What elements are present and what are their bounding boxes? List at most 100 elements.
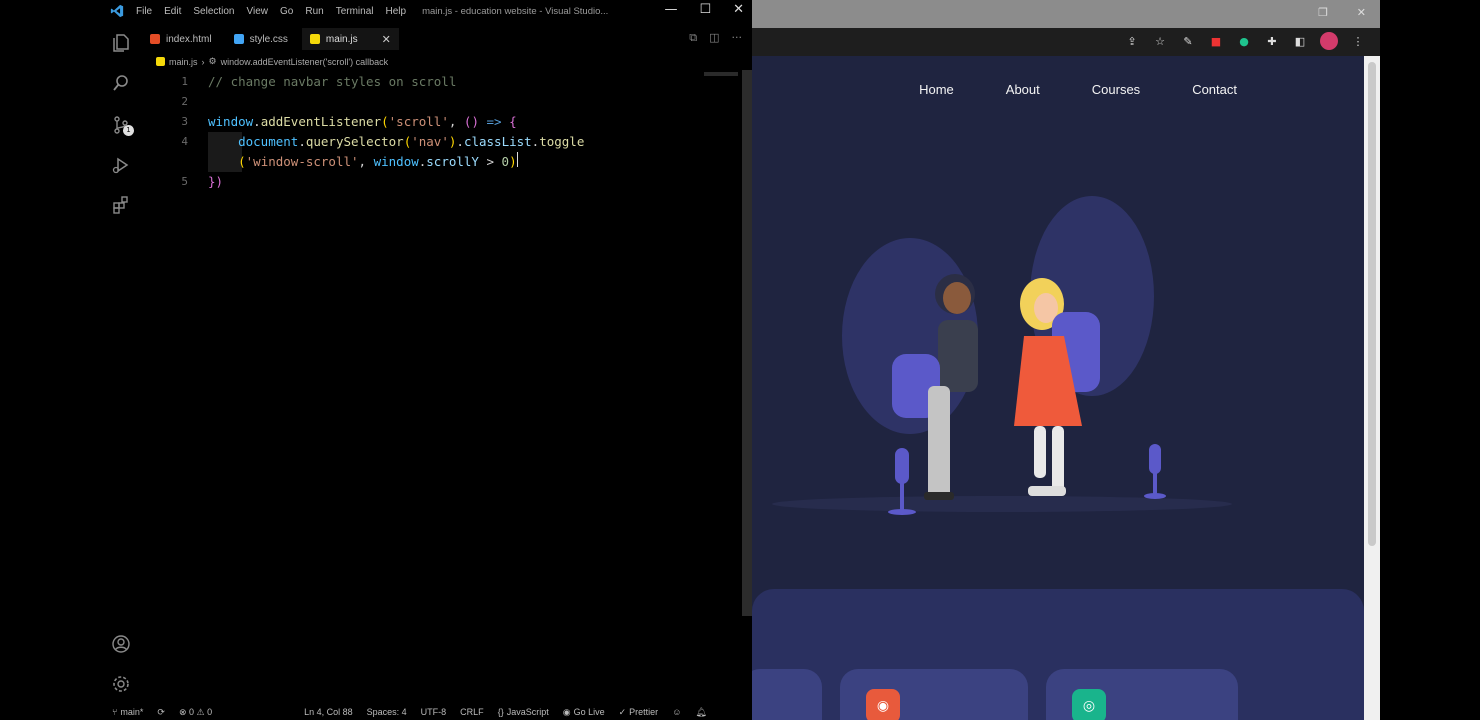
code-token: window [208,114,254,129]
branch-label: main* [120,707,144,717]
check-icon: ✓ [618,706,627,717]
course-card[interactable] [752,669,822,720]
pen-extension-icon[interactable]: ✎ [1180,33,1196,49]
nav-contact[interactable]: Contact [1192,82,1237,97]
bookmark-star-icon[interactable]: ☆ [1152,33,1168,49]
run-debug-icon[interactable] [110,154,132,176]
maximize-icon[interactable]: ☐ [699,2,711,17]
code-token: . [456,134,464,149]
browser-close-icon[interactable]: ✕ [1357,6,1366,19]
code-token: . [418,154,427,169]
compare-icon[interactable]: ⧉ [689,31,697,45]
code-line: 3 window. addEventListener('scroll', () =… [160,112,700,132]
tab-index-html[interactable]: index.html [142,28,226,50]
code-token: window [373,154,419,169]
hero-illustration [772,196,1232,515]
window-controls: — ☐ ✕ [664,2,744,17]
code-token: , [448,114,464,129]
nav-courses[interactable]: Courses [1092,82,1140,97]
code-token: { [509,114,517,129]
indentation[interactable]: Spaces: 4 [367,707,407,717]
source-control-badge: 1 [123,125,134,136]
editor-scrollbar[interactable] [742,70,752,616]
source-control-icon[interactable]: 1 [110,114,134,136]
red-extension-icon[interactable]: ■ [1208,33,1224,49]
code-line: 4 document. querySelector('nav'). classLis… [160,132,700,152]
language-mode[interactable]: {} JavaScript [498,707,549,717]
js-file-icon [156,57,165,66]
menu-run[interactable]: Run [305,6,323,17]
language-label: JavaScript [506,707,549,717]
line-number: 4 [181,135,188,148]
settings-gear-icon[interactable] [110,673,132,695]
account-icon[interactable] [110,633,132,655]
code-line: 2 [160,92,700,112]
course-card-green-icon: ◎ [1072,689,1106,720]
go-live[interactable]: ◉ Go Live [563,707,605,718]
breadcrumb-separator-icon: › [201,56,205,67]
menu-terminal[interactable]: Terminal [336,6,374,17]
green-extension-icon[interactable]: ● [1236,33,1252,49]
course-card[interactable]: ◎ [1046,669,1238,720]
code-token: ( [238,154,246,169]
browser-menu-icon[interactable]: ⋮ [1350,33,1366,49]
vscode-window: File Edit Selection View Go Run Terminal… [102,0,752,720]
explorer-icon[interactable] [110,32,132,54]
code-token: => [478,114,510,129]
code-token: . [253,114,261,129]
close-window-icon[interactable]: ✕ [733,2,744,17]
sync-icon[interactable]: ⟳ [157,707,165,718]
tab-main-js[interactable]: main.js ✕ [301,28,399,50]
close-tab-icon[interactable]: ✕ [382,33,391,46]
cursor-position[interactable]: Ln 4, Col 88 [304,707,353,717]
breadcrumb-file[interactable]: main.js [169,57,198,67]
git-branch[interactable]: ⑂ main* [112,707,143,717]
line-number: 2 [181,95,188,108]
problems-count[interactable]: ⊗ 0 ⚠ 0 [179,707,212,718]
line-number: 5 [181,175,188,188]
breadcrumb-symbol[interactable]: window.addEventListener('scroll') callba… [221,57,389,67]
encoding[interactable]: UTF-8 [421,707,447,717]
puzzle-extensions-icon[interactable]: ✚ [1264,33,1280,49]
ground-shadow [772,496,1232,512]
minimize-icon[interactable]: — [664,2,677,17]
html-file-icon [150,34,160,44]
end-of-line[interactable]: CRLF [460,707,484,717]
line-number [160,152,188,172]
menu-go[interactable]: Go [280,6,293,17]
nav-about[interactable]: About [1006,82,1040,97]
code-token: , [358,154,374,169]
code-token: }) [208,174,224,189]
nav-home[interactable]: Home [919,82,954,97]
editor-actions: ⧉ ◫ ··· [689,31,742,45]
browser-restore-icon[interactable]: ❐ [1318,6,1328,19]
code-token: ( [403,134,412,149]
code-token: 'scroll' [388,114,449,129]
code-editor[interactable]: 1 // change navbar styles on scroll 2 3 … [160,72,700,192]
menu-view[interactable]: View [247,6,269,17]
page-scrollbar[interactable] [1364,56,1380,720]
menu-selection[interactable]: Selection [193,6,234,17]
side-panel-icon[interactable]: ◧ [1292,33,1308,49]
search-icon[interactable] [110,72,132,94]
notifications-icon[interactable]: 🔔︎ [695,707,706,718]
minimap[interactable] [704,72,738,76]
menu-file[interactable]: File [136,6,152,17]
page-scrollbar-thumb[interactable] [1368,62,1376,546]
branch-icon: ⑂ [112,707,118,717]
profile-avatar[interactable] [1320,32,1338,50]
css-file-icon [233,34,244,44]
split-editor-icon[interactable]: ◫ [709,31,719,45]
course-card[interactable]: ◉ [840,669,1028,720]
extensions-icon[interactable] [110,194,132,216]
feedback-icon[interactable]: ☺ [672,707,681,717]
prettier[interactable]: ✓ Prettier [619,707,659,718]
share-icon[interactable]: ⇪ [1124,33,1140,49]
tab-style-css[interactable]: style.css [226,28,302,50]
menu-help[interactable]: Help [386,6,407,17]
code-token: . [531,134,540,149]
more-actions-icon[interactable]: ··· [732,31,743,45]
menu-edit[interactable]: Edit [164,6,181,17]
